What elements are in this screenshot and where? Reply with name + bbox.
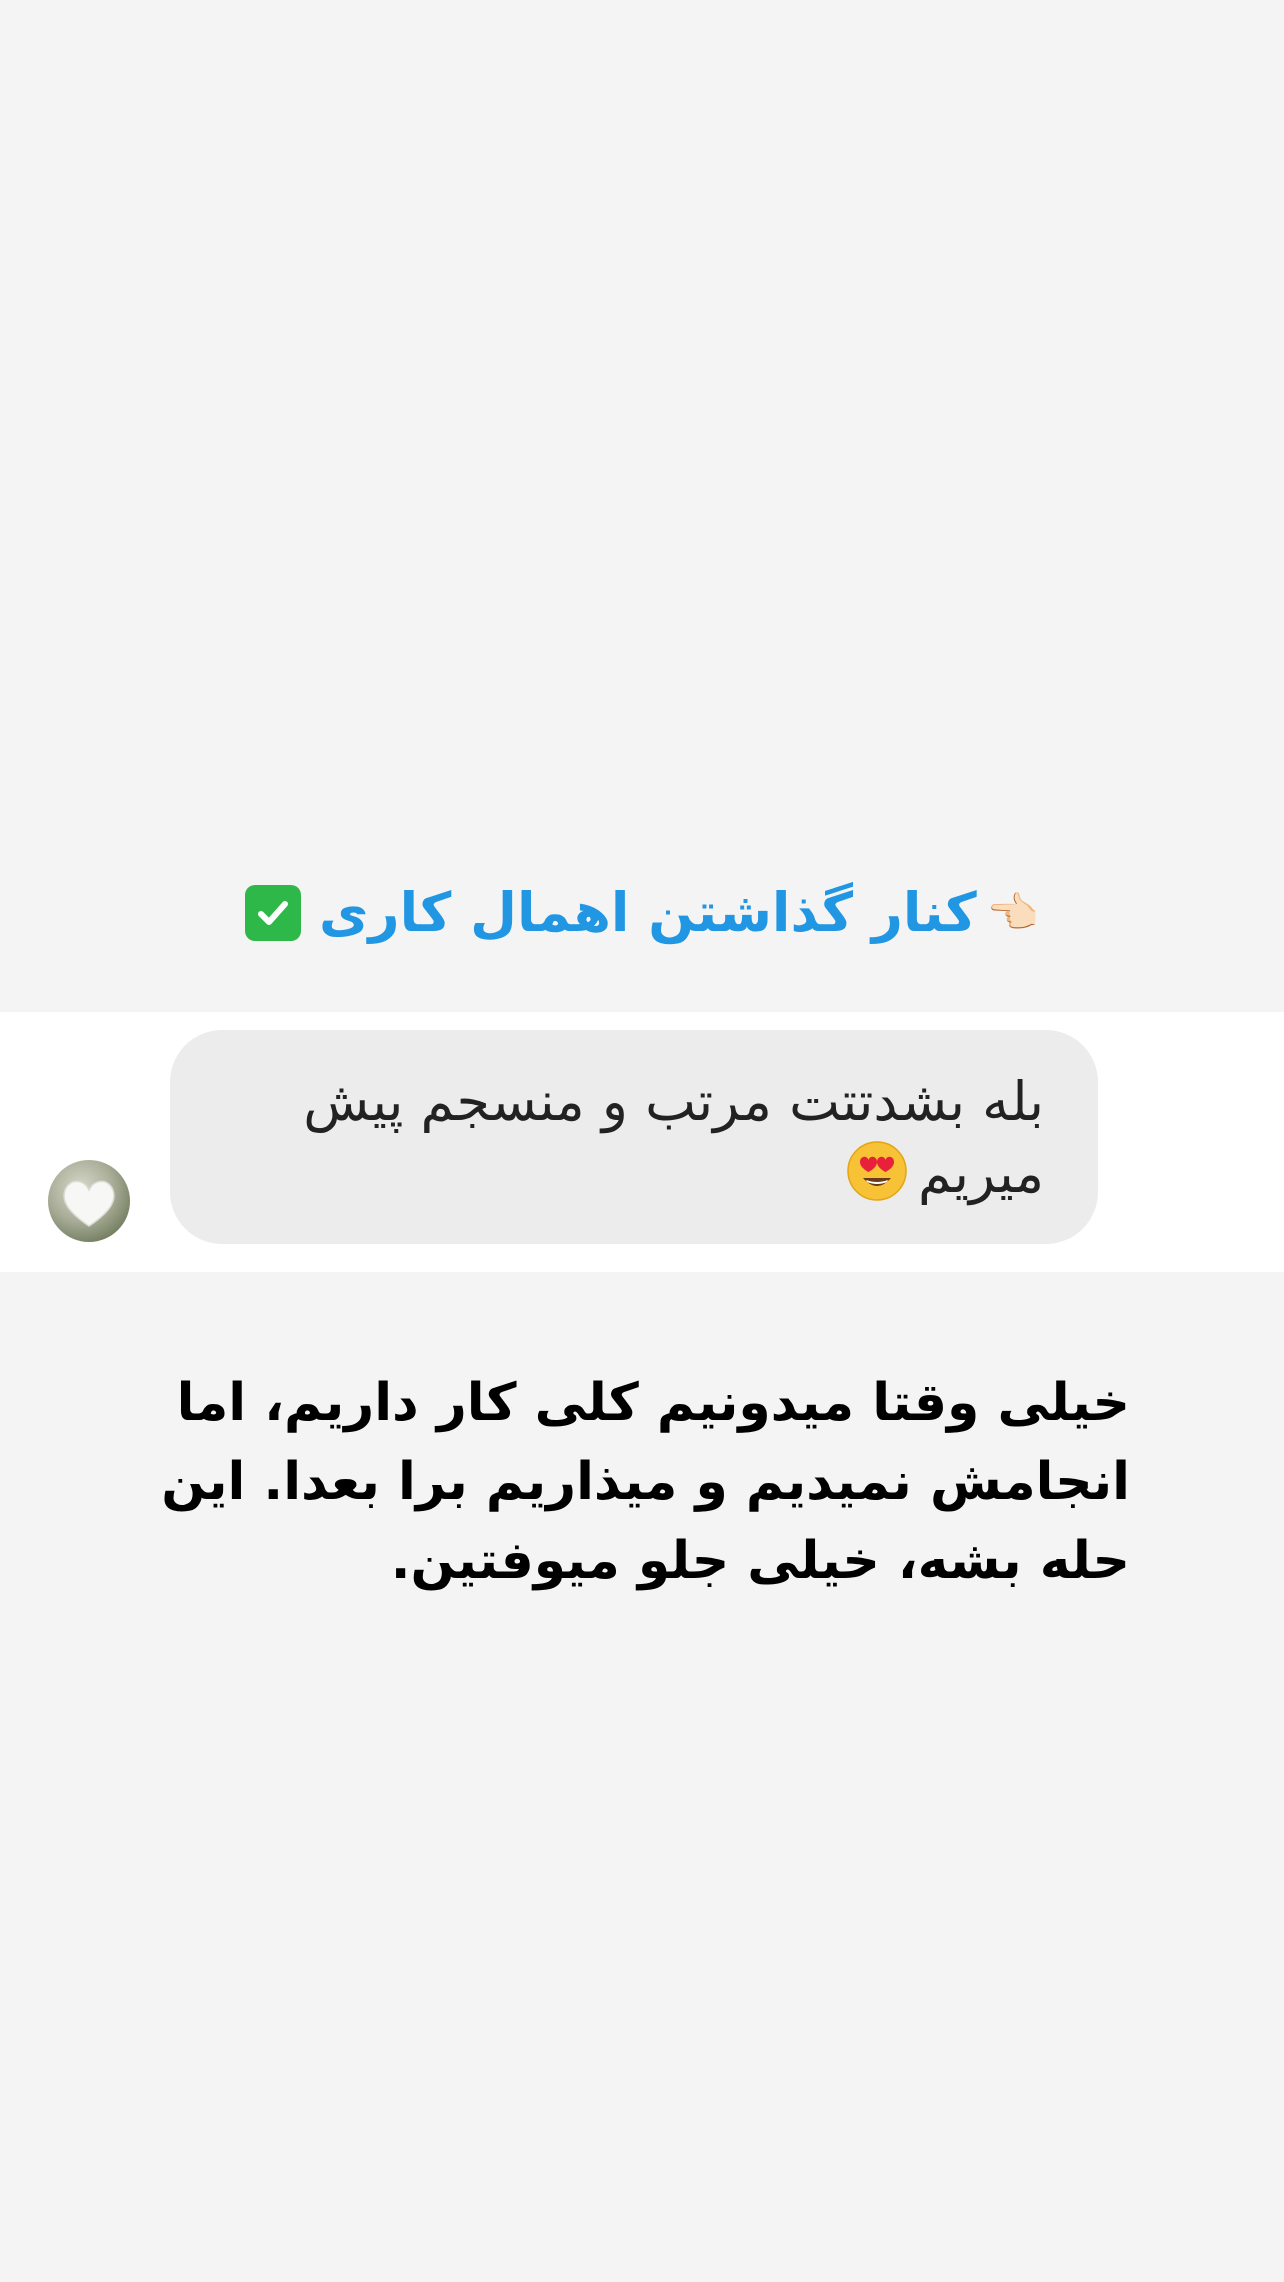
message-line-2-text: میریم — [918, 1142, 1044, 1205]
avatar[interactable] — [48, 1160, 130, 1242]
body-paragraph: خیلی وقتا میدونیم کلی کار داریم، اما انج… — [161, 1373, 1130, 1591]
message-line-1: بله بشدتتت مرتب و منسجم پیش — [303, 1070, 1044, 1133]
message-line-2: میریم — [210, 1138, 1044, 1210]
pointing-hand-icon: 👈🏻 — [986, 888, 1039, 937]
check-mark-icon — [245, 885, 302, 941]
heart-eyes-face-icon — [846, 1140, 908, 1202]
headline-text: کنار گذاشتن اهمال کاری — [319, 881, 977, 944]
chat-message-bubble[interactable]: بله بشدتتت مرتب و منسجم پیش میریم — [170, 1030, 1098, 1244]
story-headline: 👈🏻 کنار گذاشتن اهمال کاری — [0, 868, 1284, 958]
